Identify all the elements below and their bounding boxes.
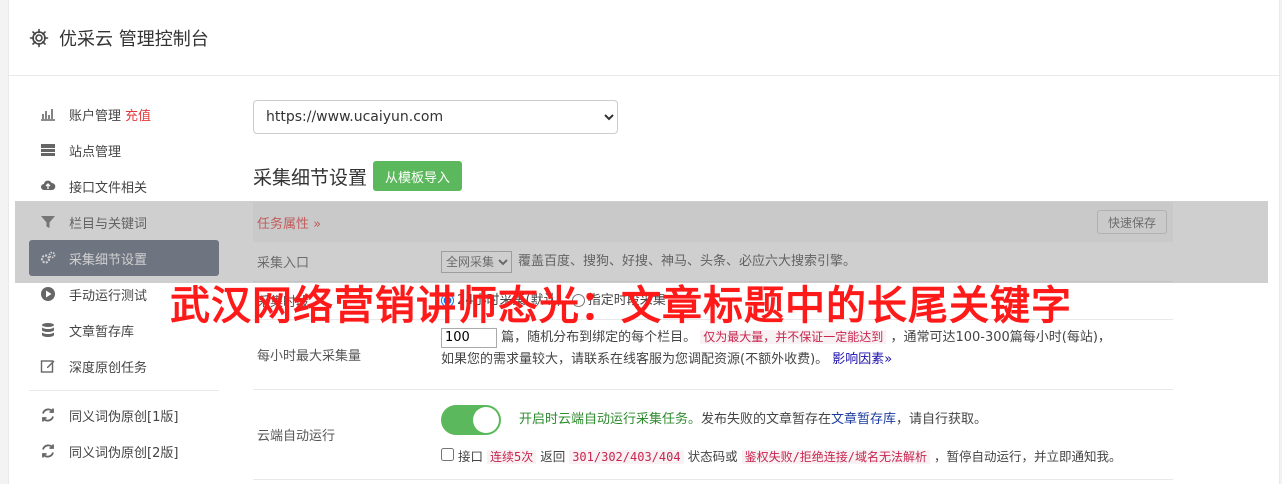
max-per-hour-text-3: 如果您的需求量较大，请联系在线客服为您调配资源(不额外收费)。 <box>441 352 829 367</box>
max-note: 仅为最大量，并不保证一定能达到 <box>700 330 887 344</box>
code-consecutive: 连续5次 <box>486 450 537 464</box>
section-header: 采集细节设置 从模板导入 <box>253 160 1173 192</box>
sidebar-item-label: 采集细节设置 <box>69 252 148 268</box>
article-store-link[interactable]: 文章暂存库 <box>831 409 896 431</box>
gears-icon <box>39 249 57 267</box>
entry-label: 采集入口 <box>257 256 310 271</box>
recharge-link[interactable]: 充值 <box>125 105 151 124</box>
watermark-text: 武汉网络营销讲师态光：文章标题中的长尾关键字 <box>170 283 1072 329</box>
sidebar-item-label: 同义词伪原创[2版] <box>69 445 179 461</box>
sidebar-divider <box>29 390 219 391</box>
row-cloud-run: 云端自动运行 开启时云端自动运行采集任务。 发布失败的文章暂存在 文章暂存库 ，… <box>253 390 1173 480</box>
sidebar-item-synonym-v2[interactable]: 同义词伪原创[2版] <box>29 433 219 469</box>
code-errors: 鉴权失败/拒绝连接/域名无法解析 <box>741 450 931 464</box>
cloud-run-green-text: 开启时云端自动运行采集任务。 <box>519 412 702 427</box>
pause-checkbox[interactable] <box>441 448 454 461</box>
pause-check-label: 接口 <box>457 449 483 464</box>
gear-icon <box>29 28 49 47</box>
cloud-run-toggle[interactable] <box>441 405 501 435</box>
page-title: 优采云 管理控制台 <box>59 28 209 50</box>
task-props-toggle[interactable]: 任务属性 » <box>257 213 321 232</box>
sidebar-item-sites[interactable]: 站点管理 <box>29 132 219 168</box>
sidebar-item-label: 深度原创任务 <box>69 360 148 376</box>
factors-link[interactable]: 影响因素» <box>832 352 892 367</box>
edit-icon <box>39 357 57 375</box>
sidebar-item-synonym-v1[interactable]: 同义词伪原创[1版] <box>29 397 219 433</box>
max-per-hour-text: 篇，随机分布到绑定的每个栏目。 <box>501 330 697 345</box>
row-max-per-hour: 每小时最大采集量 篇，随机分布到绑定的每个栏目。 仅为最大量，并不保证一定能达到… <box>253 320 1173 390</box>
sidebar-item-interface[interactable]: 接口文件相关 <box>29 168 219 204</box>
sidebar-item-label: 账户管理 <box>69 108 122 124</box>
cloud-run-text: 发布失败的文章暂存在 <box>701 412 832 427</box>
entry-select[interactable]: 全网采集 <box>441 250 512 273</box>
max-per-hour-input[interactable] <box>441 327 497 348</box>
sidebar-item-label: 文章暂存库 <box>69 324 135 340</box>
bar-chart-icon <box>39 105 57 123</box>
code-status: 301/302/403/404 <box>569 450 684 464</box>
server-icon <box>39 141 57 159</box>
database-icon <box>39 321 57 339</box>
max-per-hour-text-2: ，通常可达100-300篇每小时(每站)， <box>890 330 1111 345</box>
cloud-run-text-3: 返回 <box>540 449 566 464</box>
section-title: 采集细节设置 <box>253 166 368 189</box>
play-circle-icon <box>39 285 57 303</box>
settings-form: 任务属性 » 快速保存 采集入口 全网采集 覆盖百度、搜狗、好搜、神马、头条、必… <box>253 202 1173 480</box>
sidebar-item-label: 站点管理 <box>69 144 122 160</box>
sidebar-item-account[interactable]: 账户管理 充值 <box>29 96 219 132</box>
console-header: 优采云 管理控制台 <box>9 0 1279 76</box>
filter-icon <box>39 213 57 231</box>
refresh-icon <box>39 406 57 424</box>
sidebar-item-label: 同义词伪原创[1版] <box>69 409 179 425</box>
console-frame: 优采云 管理控制台 账户管理 充值 站点管理 接口文件相关 栏目与关键词 采集细… <box>8 0 1280 484</box>
cloud-run-text-2: ，请自行获取。 <box>896 412 988 427</box>
sidebar-item-label: 栏目与关键词 <box>69 216 148 232</box>
site-select[interactable]: https://www.ucaiyun.com <box>253 100 618 134</box>
entry-desc: 覆盖百度、搜狗、好搜、神马、头条、必应六大搜索引擎。 <box>518 253 857 269</box>
cloud-run-text-4: 状态码或 <box>687 449 738 464</box>
row-entry: 采集入口 全网采集 覆盖百度、搜狗、好搜、神马、头条、必应六大搜索引擎。 <box>253 242 1173 282</box>
sidebar-item-label: 接口文件相关 <box>69 180 148 196</box>
refresh-icon <box>39 442 57 460</box>
sidebar-item-deep-original[interactable]: 深度原创任务 <box>29 348 219 384</box>
quick-save-button[interactable]: 快速保存 <box>1096 210 1167 234</box>
cloud-upload-icon <box>39 177 57 195</box>
cloud-run-text-5: ，暂停自动运行，并立即通知我。 <box>934 449 1122 464</box>
sidebar-item-collect-settings[interactable]: 采集细节设置 <box>29 240 219 276</box>
sidebar-item-keywords[interactable]: 栏目与关键词 <box>29 204 219 240</box>
import-template-button[interactable]: 从模板导入 <box>373 161 463 191</box>
task-props-header: 任务属性 » 快速保存 <box>253 202 1173 242</box>
max-per-hour-label: 每小时最大采集量 <box>257 349 362 364</box>
cloud-run-label: 云端自动运行 <box>257 429 336 444</box>
sidebar-item-label: 手动运行测试 <box>69 288 148 304</box>
